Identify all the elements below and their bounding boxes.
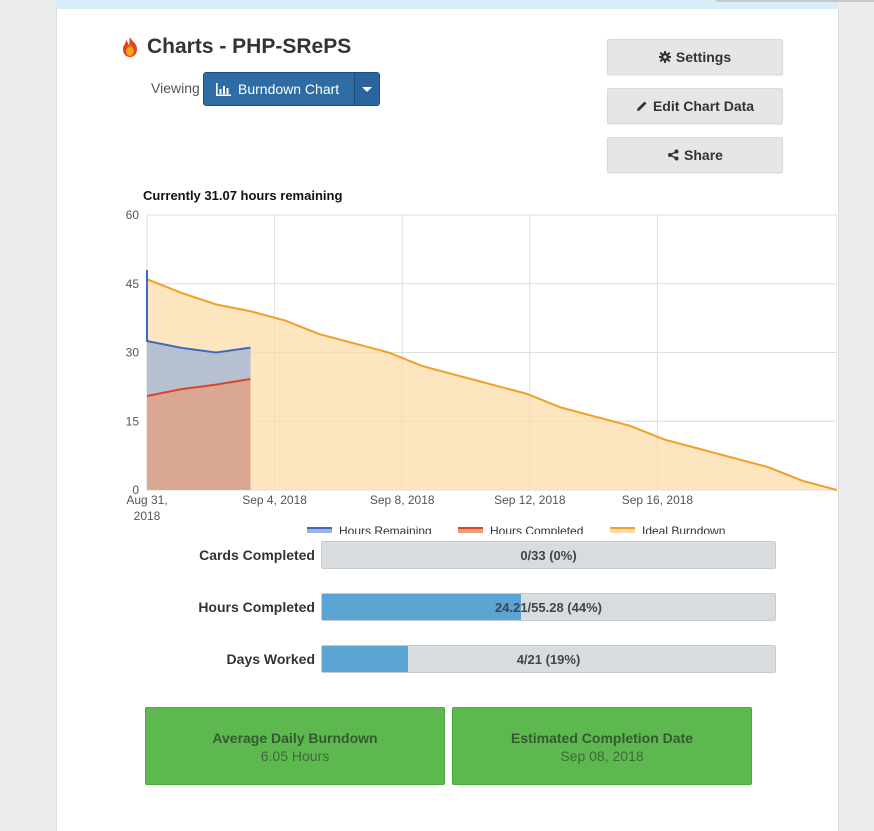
y-tick-label: 15 <box>126 414 140 428</box>
chart-type-label: Burndown Chart <box>238 81 340 97</box>
x-tick-label: Sep 4, 2018 <box>242 493 307 507</box>
hours-completed-progress: 24.21/55.28 (44%) <box>321 593 776 621</box>
top-bar <box>56 0 874 9</box>
days-worked-label: Days Worked <box>226 651 315 667</box>
average-daily-burndown-value: 6.05 Hours <box>260 748 330 764</box>
cards-completed-progress: 0/33 (0%) <box>321 541 776 569</box>
chart-type-selector[interactable]: Burndown Chart <box>203 72 380 106</box>
estimated-completion-value: Sep 08, 2018 <box>560 748 644 764</box>
x-tick-label-line: Sep 12, 2018 <box>494 493 566 507</box>
top-bar-button[interactable] <box>716 0 874 2</box>
y-tick-label: 45 <box>126 277 140 291</box>
x-tick-label-line: Sep 4, 2018 <box>242 493 307 507</box>
chart-type-button[interactable]: Burndown Chart <box>204 73 354 105</box>
pencil-icon <box>636 101 647 111</box>
x-tick-label: Aug 31, 2018 <box>126 493 167 523</box>
cards-completed-progress-text: 0/33 (0%) <box>520 548 577 563</box>
days-worked-row: Days Worked 4/21 (19%) <box>113 645 776 673</box>
y-tick-label: 30 <box>126 346 140 360</box>
hours-completed-area <box>147 379 251 490</box>
settings-label: Settings <box>675 49 732 65</box>
flame-icon <box>123 37 137 57</box>
estimated-completion-title: Estimated Completion Date <box>510 730 694 746</box>
hours-completed-label: Hours Completed <box>198 599 315 615</box>
x-tick-label-line: Sep 16, 2018 <box>622 493 694 507</box>
days-worked-progress-text: 4/21 (19%) <box>516 652 581 667</box>
hours-completed-row: Hours Completed 24.21/55.28 (44%) <box>113 593 776 621</box>
edit-chart-data-button[interactable]: Edit Chart Data <box>607 88 783 124</box>
legend-hours-completed-label: Hours Completed <box>490 524 583 534</box>
x-tick-label: Sep 12, 2018 <box>494 493 566 507</box>
bar-chart-icon <box>216 82 231 96</box>
share-label: Share <box>684 147 723 163</box>
page-title: Charts - PHP-SRePS <box>121 35 351 59</box>
burndown-chart: Currently 31.07 hours remaining 0 15 30 45 6… <box>109 184 838 538</box>
burndown-chart-svg: Currently 31.07 hours remaining 01530456… <box>126 188 838 538</box>
page-title-text: Charts - PHP-SRePS <box>147 35 352 58</box>
chart-title: Currently 31.07 hours remaining <box>143 188 342 203</box>
x-tick-label-line: Aug 31, <box>126 493 167 507</box>
cards-completed-label: Cards Completed <box>199 547 315 563</box>
caret-down-icon <box>362 86 372 92</box>
share-icon <box>668 149 679 161</box>
settings-button[interactable]: Settings <box>607 39 783 75</box>
hours-completed-progress-text: 24.21/55.28 (44%) <box>495 600 602 615</box>
average-daily-burndown-tile: Average Daily Burndown 6.05 Hours <box>145 707 445 785</box>
x-tick-label-line: Sep 8, 2018 <box>370 493 435 507</box>
x-tick-label: Sep 8, 2018 <box>370 493 435 507</box>
x-tick-label: Sep 16, 2018 <box>622 493 694 507</box>
cards-completed-row: Cards Completed 0/33 (0%) <box>113 541 776 569</box>
estimated-completion-tile: Estimated Completion Date Sep 08, 2018 <box>452 707 752 785</box>
y-tick-label: 60 <box>126 208 140 222</box>
chart-type-dropdown-toggle[interactable] <box>354 73 379 105</box>
edit-chart-data-label: Edit Chart Data <box>652 98 755 114</box>
viewing-label: Viewing <box>151 80 200 96</box>
share-button[interactable]: Share <box>607 137 783 173</box>
average-daily-burndown-title: Average Daily Burndown <box>212 730 378 746</box>
x-tick-label-line: 2018 <box>134 509 161 523</box>
charts-panel: Charts - PHP-SRePS Viewing Burndown Char… <box>56 9 839 831</box>
legend-hours-remaining-label: Hours Remaining <box>339 524 432 534</box>
gear-icon <box>658 51 671 63</box>
legend-ideal-burndown-label: Ideal Burndown <box>642 524 725 534</box>
days-worked-progress: 4/21 (19%) <box>321 645 776 673</box>
